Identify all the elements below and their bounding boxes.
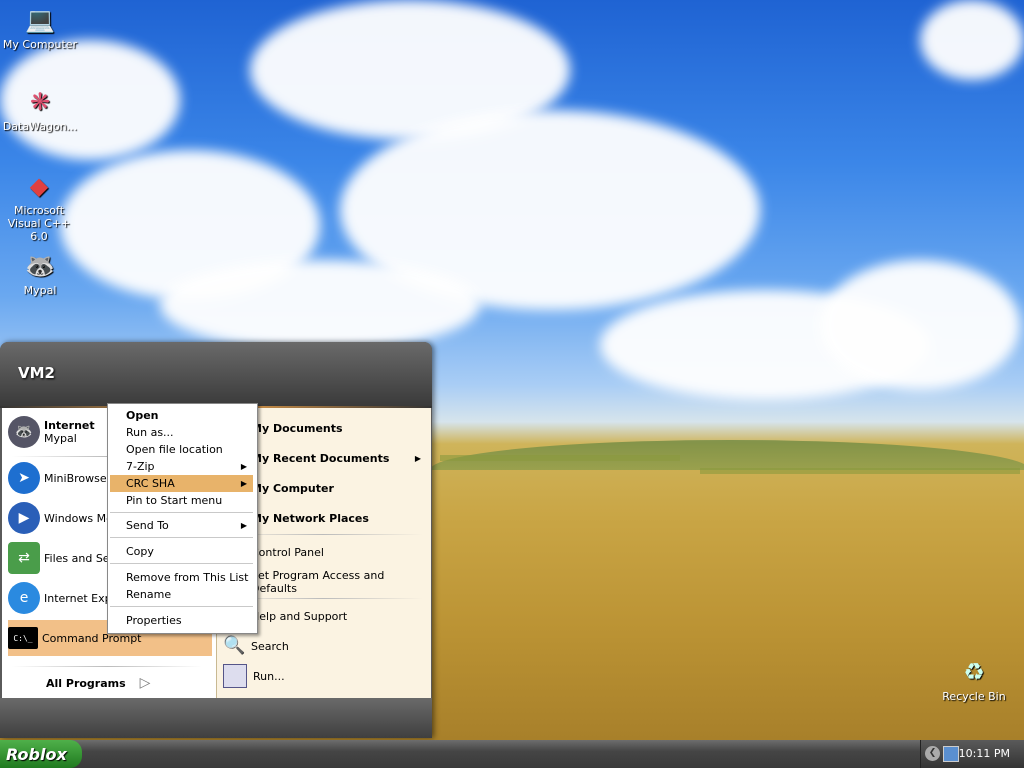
menu-item-label: CRC SHA (126, 477, 175, 490)
desktop-icon-visual-cpp[interactable]: ◆ Microsoft Visual C++ 6.0 (0, 170, 78, 243)
start-button[interactable]: Roblox (0, 740, 82, 768)
clock[interactable]: 10:11 PM (959, 747, 1010, 760)
menu-separator (110, 512, 253, 513)
desktop-icon-label: Recycle Bin (942, 690, 1006, 703)
pinned-item-text: Internet Mypal (44, 419, 95, 445)
minibrowser-icon: ➤ (8, 462, 40, 494)
cloud (820, 260, 1020, 390)
datawagon-icon: ❋ (29, 88, 51, 116)
desktop-icon-label: My Computer (2, 38, 78, 51)
desktop-icon-label: Mypal (23, 284, 57, 297)
place-run[interactable]: Run... (217, 662, 427, 690)
menu-item-open[interactable]: Open (110, 407, 253, 424)
menu-separator (110, 537, 253, 538)
menu-separator (110, 563, 253, 564)
mypal-icon: 🦝 (8, 416, 40, 448)
internet-explorer-icon: e (8, 582, 40, 614)
desktop-icon-mypal[interactable]: 🦝 Mypal (0, 250, 80, 297)
chevron-right-icon: ▶ (240, 462, 247, 471)
menu-item-remove-from-list[interactable]: Remove from This List (110, 569, 253, 586)
menu-item-run-as[interactable]: Run as... (110, 424, 253, 441)
all-programs-label: All Programs (46, 676, 126, 690)
chevron-right-icon: ▶ (414, 453, 421, 463)
cloud (920, 0, 1024, 80)
visual-cpp-icon: ◆ (29, 172, 49, 200)
desktop-icon-datawagon[interactable]: ❋ DataWagon... (0, 86, 80, 133)
menu-separator (110, 606, 253, 607)
mypal-icon: 🦝 (25, 252, 55, 280)
desktop-icon-my-computer[interactable]: 💻 My Computer (0, 4, 80, 51)
arrow-right-icon: ▷ (139, 675, 151, 691)
desktop-icon-label: Microsoft Visual C++ 6.0 (7, 204, 71, 243)
cloud (160, 260, 480, 350)
place-label: My Network Places (251, 511, 369, 525)
menu-item-send-to[interactable]: Send To ▶ (110, 517, 253, 534)
user-name: VM2 (18, 364, 55, 382)
files-settings-icon: ⇄ (8, 542, 40, 574)
place-label: My Recent Documents (251, 451, 390, 465)
menu-item-rename[interactable]: Rename (110, 586, 253, 603)
windows-media-icon: ▶ (8, 502, 40, 534)
network-icon[interactable] (943, 746, 959, 762)
menu-item-pin-to-start[interactable]: Pin to Start menu (110, 492, 253, 509)
all-programs-button[interactable]: All Programs ▷ (46, 672, 166, 694)
chevron-left-icon[interactable]: ❮ (925, 746, 940, 761)
place-search[interactable]: 🔍 Search (217, 632, 427, 660)
start-menu-header: VM2 (0, 342, 432, 406)
place-label: Run... (253, 669, 285, 683)
pinned-item-title: Internet Exp (44, 591, 112, 605)
menu-item-label: 7-Zip (126, 460, 155, 473)
desktop-icon-label: DataWagon... (2, 120, 78, 133)
run-icon (223, 664, 247, 688)
chevron-right-icon: ▶ (240, 479, 247, 488)
system-tray: ❮ 10:11 PM (920, 740, 1024, 768)
menu-item-crc-sha[interactable]: CRC SHA ▶ (110, 475, 253, 492)
chevron-right-icon: ▶ (240, 521, 247, 530)
desktop-icon-recycle-bin[interactable]: ♻ Recycle Bin (934, 656, 1014, 703)
menu-item-properties[interactable]: Properties (110, 612, 253, 629)
search-icon: 🔍 (223, 635, 246, 656)
pinned-item-title: MiniBrowser (44, 471, 112, 485)
place-label: Search (251, 639, 289, 653)
menu-item-copy[interactable]: Copy (110, 543, 253, 560)
place-label: Help and Support (251, 609, 348, 623)
recycle-bin-icon: ♻ (963, 658, 985, 686)
command-prompt-icon: C:\_ (8, 627, 38, 649)
place-label: Set Program Access and Defaults (251, 569, 385, 595)
pinned-item-title: Files and Set (44, 551, 114, 565)
taskbar: Roblox ❮ 10:11 PM (0, 740, 1024, 768)
pinned-item-title: Internet (44, 419, 95, 432)
context-menu: Open Run as... Open file location 7-Zip ▶… (107, 403, 258, 634)
place-label: My Computer (251, 481, 334, 495)
menu-item-label: Send To (126, 519, 169, 532)
pinned-item-subtitle: Mypal (44, 432, 77, 445)
my-computer-icon: 💻 (25, 6, 55, 34)
place-label: My Documents (251, 421, 343, 435)
menu-item-open-file-location[interactable]: Open file location (110, 441, 253, 458)
menu-item-7zip[interactable]: 7-Zip ▶ (110, 458, 253, 475)
field-stripe (440, 455, 680, 461)
field-stripe (700, 468, 1020, 474)
place-label: Control Panel (251, 545, 324, 559)
start-menu-footer (0, 698, 432, 738)
divider (12, 666, 202, 667)
